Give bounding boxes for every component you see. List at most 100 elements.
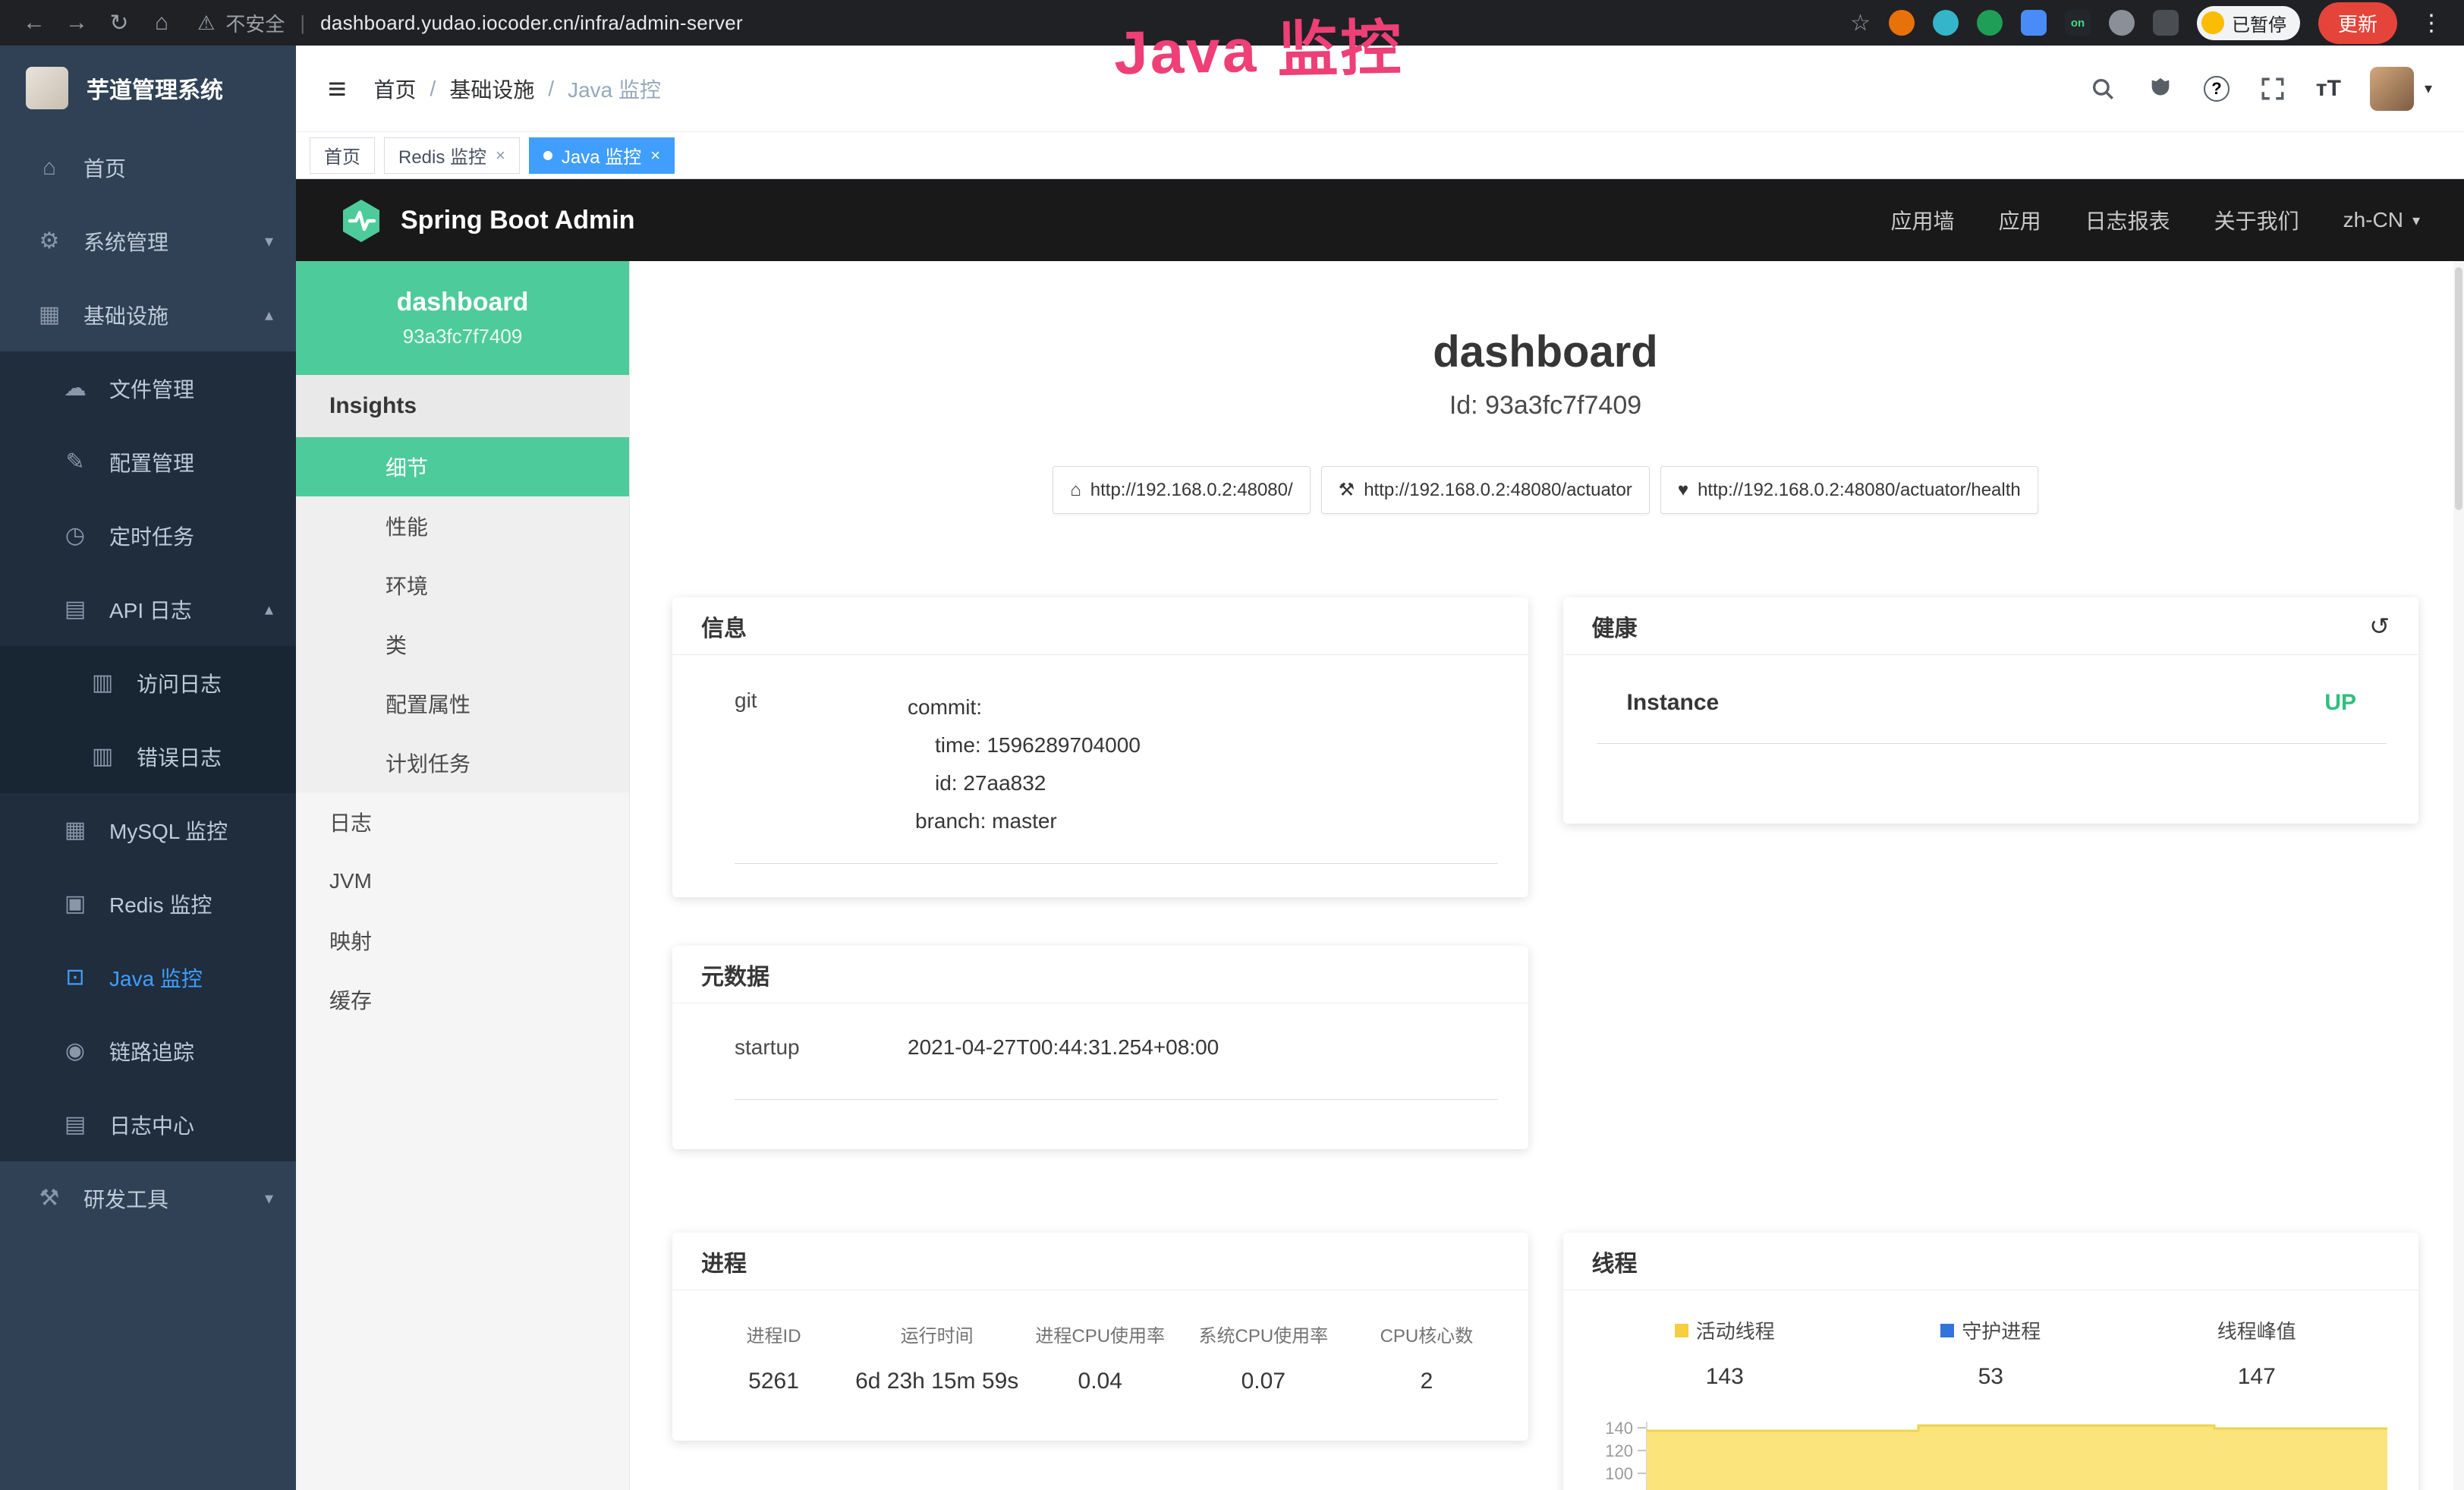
- legend-label: 活动线程: [1696, 1316, 1775, 1344]
- monitor-icon: ⊡: [61, 964, 90, 991]
- extension-on-badge-icon[interactable]: on: [2065, 10, 2091, 36]
- chart-tick: 100: [1605, 1464, 1633, 1483]
- search-icon[interactable]: [2088, 74, 2117, 103]
- sidebar-item-label: 错误日志: [137, 742, 222, 772]
- sba-app-id: 93a3fc7f7409: [403, 325, 523, 348]
- extension-check-icon[interactable]: [1977, 10, 2003, 36]
- extensions-puzzle-icon[interactable]: [2153, 10, 2179, 36]
- scrollbar-thumb[interactable]: [2455, 267, 2462, 510]
- extension-grid-icon[interactable]: [2021, 10, 2047, 36]
- sba-brand[interactable]: Spring Boot Admin: [340, 198, 634, 242]
- reload-icon[interactable]: ↻: [102, 10, 137, 36]
- sidebar-toggle-icon[interactable]: ≡: [328, 71, 347, 107]
- fullscreen-icon[interactable]: [2258, 74, 2287, 103]
- main-column: ≡ 首页 / 基础设施 / Java 监控 ?: [296, 46, 2464, 1490]
- info-line: branch: master: [908, 802, 1141, 840]
- browser-toolbar-right: ☆ on 已暂停 更新 ⋮: [1850, 2, 2447, 44]
- sba-item-jvm[interactable]: JVM: [296, 852, 629, 911]
- home-icon: ⌂: [35, 155, 64, 181]
- paused-badge[interactable]: 已暂停: [2197, 6, 2300, 40]
- sidebar-item-home[interactable]: ⌂ 首页: [0, 131, 296, 204]
- browser-menu-icon[interactable]: ⋮: [2415, 10, 2447, 36]
- health-url-button[interactable]: ♥ http://192.168.0.2:48080/actuator/heal…: [1660, 466, 2038, 514]
- info-card-title: 信息: [701, 610, 747, 643]
- security-label[interactable]: 不安全: [225, 9, 285, 37]
- health-card-title: 健康: [1592, 610, 1638, 643]
- breadcrumb-current: Java 监控: [568, 74, 661, 104]
- app-logo[interactable]: 芋道管理系统: [0, 46, 296, 131]
- sidebar-item-dev-tools[interactable]: ⚒ 研发工具 ▾: [0, 1161, 296, 1235]
- url-separator: |: [300, 11, 305, 35]
- sidebar-item-file-management[interactable]: ☁ 文件管理: [0, 351, 296, 425]
- actuator-url-button[interactable]: ⚒ http://192.168.0.2:48080/actuator: [1321, 466, 1650, 514]
- scrollbar[interactable]: [2453, 261, 2464, 1490]
- sba-item-environment[interactable]: 环境: [296, 556, 629, 615]
- legend-value: 147: [2124, 1364, 2390, 1390]
- instance-links: ⌂ http://192.168.0.2:48080/ ⚒ http://192…: [672, 466, 2418, 514]
- sba-item-scheduled-tasks[interactable]: 计划任务: [296, 733, 629, 792]
- chevron-down-icon: ▾: [2412, 211, 2420, 230]
- instance-url-button[interactable]: ⌂ http://192.168.0.2:48080/: [1053, 466, 1310, 514]
- sba-item-logs[interactable]: 日志: [296, 792, 629, 852]
- update-button[interactable]: 更新: [2318, 2, 2397, 44]
- nav-journal[interactable]: 日志报表: [2085, 205, 2170, 235]
- sidebar-item-tracing[interactable]: ◉ 链路追踪: [0, 1014, 296, 1088]
- sidebar-item-label: 基础设施: [83, 300, 168, 330]
- back-icon[interactable]: ←: [17, 10, 52, 36]
- info-line: id: 27aa832: [908, 764, 1141, 802]
- tab-redis-monitor[interactable]: Redis 监控 ×: [384, 137, 520, 174]
- extension-leaf-icon[interactable]: [2109, 10, 2135, 36]
- user-menu[interactable]: ▾: [2370, 67, 2432, 111]
- chart-tick: 140: [1605, 1419, 1633, 1438]
- nav-wallboard[interactable]: 应用墙: [1891, 205, 1955, 235]
- sidebar-item-system[interactable]: ⚙ 系统管理 ▾: [0, 204, 296, 278]
- breadcrumb-home[interactable]: 首页: [374, 74, 417, 104]
- bookmark-star-icon[interactable]: ☆: [1850, 10, 1871, 36]
- process-card: 进程 进程ID 5261 运行时间: [672, 1233, 1528, 1441]
- history-icon[interactable]: ↺: [2369, 612, 2390, 641]
- forward-icon[interactable]: →: [59, 10, 94, 36]
- sba-item-classes[interactable]: 类: [296, 615, 629, 674]
- sidebar-item-mysql-monitor[interactable]: ▦ MySQL 监控: [0, 793, 296, 867]
- sidebar-item-java-monitor[interactable]: ⊡ Java 监控: [0, 940, 296, 1014]
- status-badge: UP: [2324, 690, 2356, 716]
- tab-home[interactable]: 首页: [310, 137, 375, 174]
- sidebar-item-error-logs[interactable]: ▥ 错误日志: [0, 720, 296, 793]
- metadata-card-title: 元数据: [701, 958, 769, 991]
- font-size-icon[interactable]: тT: [2316, 76, 2341, 102]
- sba-item-mappings[interactable]: 映射: [296, 911, 629, 970]
- help-icon[interactable]: ?: [2204, 76, 2230, 102]
- sidebar-item-redis-monitor[interactable]: ▣ Redis 监控: [0, 867, 296, 940]
- sba-app-header[interactable]: dashboard 93a3fc7f7409: [296, 261, 629, 375]
- breadcrumb-infra[interactable]: 基础设施: [449, 74, 534, 104]
- sba-item-metrics[interactable]: 性能: [296, 496, 629, 556]
- sidebar-item-config-management[interactable]: ✎ 配置管理: [0, 425, 296, 499]
- tab-java-monitor[interactable]: Java 监控 ×: [529, 137, 675, 174]
- sidebar-item-access-logs[interactable]: ▥ 访问日志: [0, 646, 296, 720]
- nav-about[interactable]: 关于我们: [2214, 205, 2299, 235]
- address-bar[interactable]: ⚠ 不安全 | dashboard.yudao.iocoder.cn/infra…: [197, 9, 1842, 37]
- legend-daemon: 守护进程 53: [1858, 1316, 2124, 1390]
- sba-item-caches[interactable]: 缓存: [296, 970, 629, 1029]
- extension-lion-icon[interactable]: [1889, 10, 1915, 36]
- language-select[interactable]: zh-CN ▾: [2343, 208, 2420, 232]
- url-text[interactable]: dashboard.yudao.iocoder.cn/infra/admin-s…: [320, 11, 743, 35]
- document-icon: ▤: [61, 596, 90, 622]
- sba-item-details[interactable]: 细节: [296, 437, 629, 496]
- health-card: 健康 ↺ Instance UP: [1563, 597, 2419, 824]
- process-col-cpus: CPU核心数 2: [1345, 1321, 1508, 1394]
- github-icon[interactable]: [2146, 74, 2175, 103]
- page-title: dashboard: [672, 328, 2418, 376]
- sidebar-item-infra[interactable]: ▦ 基础设施 ▴: [0, 278, 296, 351]
- nav-applications[interactable]: 应用: [1999, 205, 2041, 235]
- sidebar-item-api-logs[interactable]: ▤ API 日志 ▴: [0, 572, 296, 646]
- chevron-up-icon: ▴: [265, 600, 273, 619]
- close-icon[interactable]: ×: [650, 146, 660, 165]
- home-icon[interactable]: ⌂: [144, 10, 179, 36]
- sidebar-item-scheduled-jobs[interactable]: ◷ 定时任务: [0, 499, 296, 572]
- sba-item-config-props[interactable]: 配置属性: [296, 674, 629, 733]
- close-icon[interactable]: ×: [496, 146, 505, 165]
- legend-label: 守护进程: [1962, 1316, 2041, 1344]
- sidebar-item-log-center[interactable]: ▤ 日志中心: [0, 1088, 296, 1161]
- extension-drop-icon[interactable]: [1933, 10, 1959, 36]
